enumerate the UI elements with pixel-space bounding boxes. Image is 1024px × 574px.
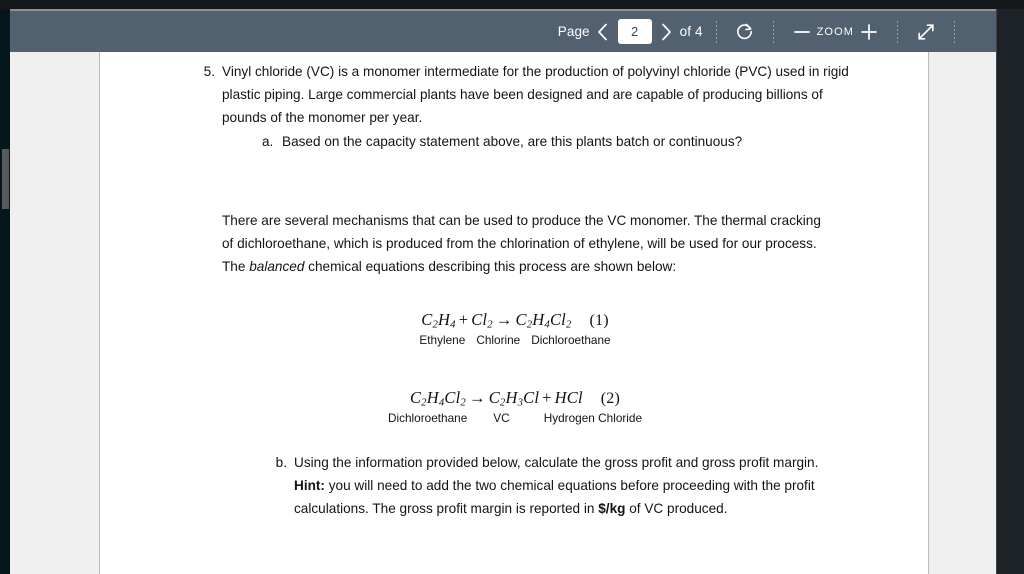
toolbar-divider-4: [954, 20, 955, 43]
eq1-reactant-chlorine: Cl2: [471, 310, 493, 331]
prev-page-button[interactable]: [590, 11, 616, 52]
pdf-page: 5. Vinyl chloride (VC) is a monomer inte…: [99, 52, 929, 574]
partb-bold-units: $/kg: [598, 501, 626, 517]
eq1-product-dichloroethane: C2H4Cl2: [515, 310, 572, 331]
eq1-name-ethylene: Ethylene: [419, 333, 466, 348]
equation-1-block: C2H4 + Cl2 → C2H4Cl2 (1) Ethylene Chlorine Dich…: [100, 310, 930, 347]
eq2-product-vc: C2H3Cl: [488, 388, 540, 409]
sub-item-text-a: Based on the capacity statement above, a…: [282, 133, 743, 149]
left-scrollbar-rail[interactable]: [0, 9, 10, 574]
question-5b-block: b. Using the information provided below,…: [272, 451, 852, 521]
question-5b-row: b. Using the information provided below,…: [272, 451, 852, 521]
eq1-arrow: →: [495, 310, 513, 329]
equation-2-names: Dichloroethane VC Hydrogen Chloride: [100, 411, 930, 425]
total-pages-label: of 4: [679, 24, 703, 39]
eq2-name-vc: VC: [493, 411, 510, 426]
question-5a-row: a. Based on the capacity statement above…: [262, 130, 850, 153]
next-page-button[interactable]: [654, 11, 680, 52]
minus-icon[interactable]: [787, 11, 817, 52]
question-number: 5.: [203, 64, 215, 79]
document-viewport[interactable]: 5. Vinyl chloride (VC) is a monomer inte…: [10, 52, 996, 574]
eq2-arrow: →: [468, 388, 486, 407]
eq1-name-dichloroethane: Dichloroethane: [531, 333, 611, 348]
eq2-plus-operator: +: [542, 388, 552, 407]
sub-item-letter-a: a.: [262, 133, 274, 149]
partb-hint-label: Hint:: [294, 478, 325, 494]
eq2-product-hydrogen-chloride: HCl: [554, 388, 583, 407]
zoom-controls-group: ZOOM: [787, 11, 884, 52]
eq2-name-hydrogen-chloride: Hydrogen Chloride: [543, 411, 643, 426]
rotate-icon[interactable]: [730, 11, 760, 52]
mechanism-paragraph: There are several mechanisms that can be…: [222, 209, 827, 279]
equation-1-tag: (1): [589, 312, 609, 329]
eq2-name-dichloroethane: Dichloroethane: [387, 411, 468, 426]
toolbar-divider-2: [772, 20, 774, 43]
page-navigation-group: Page of 4: [558, 11, 703, 52]
toolbar-divider-3: [897, 20, 898, 43]
pdf-viewer-window: Page of 4: [0, 0, 1024, 574]
plus-icon[interactable]: [854, 11, 884, 52]
expand-diagonal-icon[interactable]: [911, 11, 941, 52]
right-edge-panel: [996, 9, 1024, 574]
toolbar-divider-1: [715, 20, 717, 43]
equation-2-block: C2H4Cl2 → C2H3Cl + HCl (2) Dichloroethane VC Hy…: [100, 388, 930, 425]
window-top-bezel: [0, 0, 1024, 9]
page-number-input[interactable]: [617, 19, 652, 44]
question-5-block: 5. Vinyl chloride (VC) is a monomer inte…: [200, 60, 850, 153]
partb-text-part2: you will need to add the two chemical eq…: [294, 478, 815, 517]
eq2-reactant-dichloroethane: C2H4Cl2: [409, 388, 466, 409]
partb-text-part1: Using the information provided below, ca…: [294, 455, 819, 470]
scrollbar-thumb[interactable]: [2, 149, 9, 209]
equation-1-names: Ethylene Chlorine Dichloroethane: [100, 333, 930, 347]
mechanism-text-part2: chemical equations describing this proce…: [304, 259, 677, 275]
page-label: Page: [557, 24, 590, 39]
eq1-plus-operator: +: [458, 310, 469, 329]
question-text: Vinyl chloride (VC) is a monomer interme…: [222, 64, 849, 126]
equation-2-formula: C2H4Cl2 → C2H3Cl + HCl (2): [100, 388, 930, 408]
eq1-name-chlorine: Chlorine: [476, 333, 521, 348]
mechanism-emphasis-balanced: balanced: [249, 259, 305, 275]
equation-1-formula: C2H4 + Cl2 → C2H4Cl2 (1): [100, 310, 930, 330]
sub-item-text-b: Using the information provided below, ca…: [294, 451, 852, 521]
eq1-reactant-ethylene: C2H4: [421, 310, 456, 331]
sub-item-letter-b: b.: [275, 455, 287, 470]
right-edge-divider: [996, 9, 997, 574]
question-5-row: 5. Vinyl chloride (VC) is a monomer inte…: [200, 60, 850, 130]
zoom-label: ZOOM: [816, 25, 854, 38]
partb-text-part3: of VC produced.: [625, 501, 728, 517]
pdf-toolbar: Page of 4: [10, 11, 996, 52]
equation-2-tag: (2): [600, 390, 621, 407]
